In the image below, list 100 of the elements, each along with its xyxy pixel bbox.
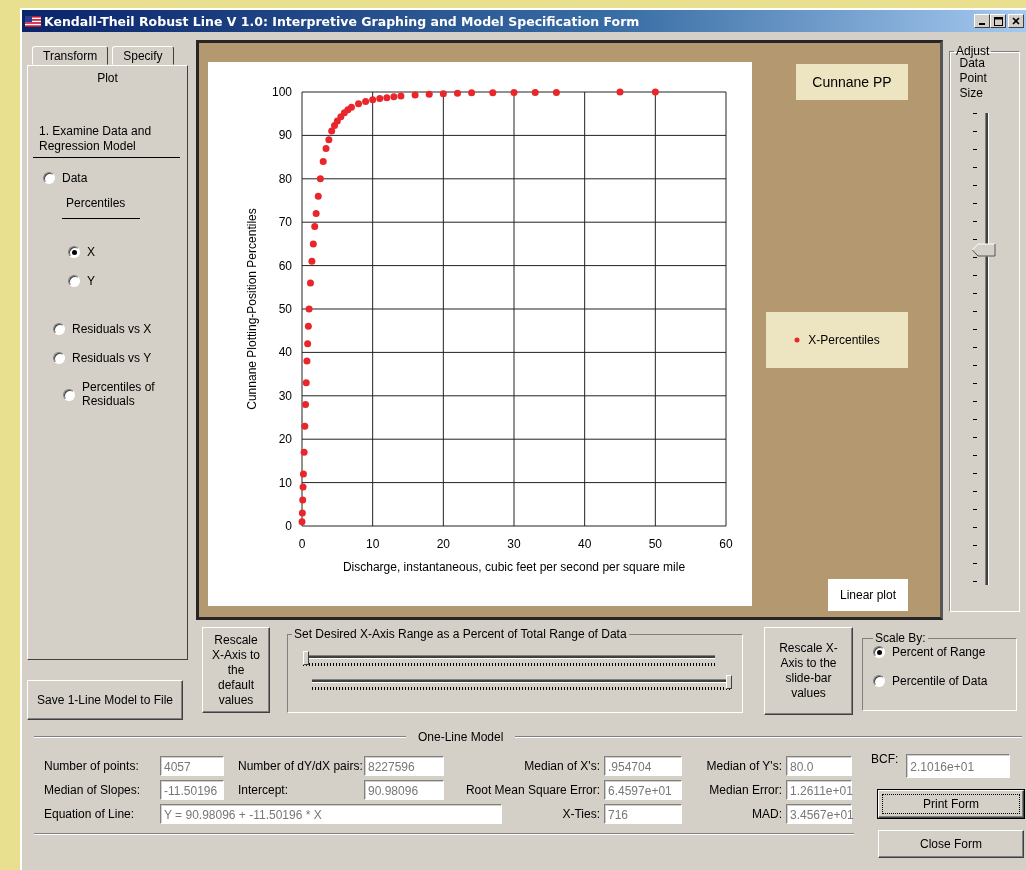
field-label: BCF: [871, 752, 899, 766]
chart-title: Cunnane PP [796, 64, 908, 100]
radio-label[interactable]: Percent of Range [892, 645, 986, 659]
window-title: Kendall-Theil Robust Line V 1.0: Interpretive Graphing and Model Specification Form [44, 13, 641, 29]
maximize-icon [993, 16, 1003, 26]
y-tick-label: 90 [278, 128, 292, 143]
field-label: Median of X's: [523, 759, 600, 773]
data-point [301, 422, 309, 430]
field-label: MAD: [751, 807, 782, 821]
plot-type-label: Linear plot [828, 579, 908, 611]
value-field: 4057 [160, 756, 224, 776]
section-heading: 1. Examine Data and Regression Model [39, 124, 153, 154]
y-tick-label: 10 [278, 475, 292, 490]
value-field: 80.0 [786, 756, 852, 776]
data-point [299, 496, 307, 504]
data-point [489, 89, 497, 97]
radio-button[interactable] [43, 172, 55, 184]
data-point [453, 89, 461, 97]
group-title: Adjust [955, 44, 991, 58]
data-point [314, 192, 322, 200]
value-field: 8227596 [364, 756, 444, 776]
data-point [305, 305, 313, 313]
y-tick-label: 20 [278, 432, 292, 447]
tab[interactable]: Specify [112, 46, 174, 65]
value-field: 716 [604, 804, 682, 824]
section-title: One-Line Model [418, 730, 504, 744]
maximize-button[interactable] [990, 14, 1006, 28]
form-button[interactable]: Close Form [878, 830, 1024, 858]
data-point [468, 89, 476, 97]
y-tick-label: 80 [278, 171, 292, 186]
field-label: Number of dY/dX pairs: [237, 759, 360, 773]
field-label: Median Error: [708, 783, 782, 797]
data-point [319, 157, 327, 165]
radio-label[interactable]: Residuals vs Y [72, 351, 162, 365]
group-title: Scale By: [874, 631, 927, 645]
radio-label[interactable]: X [87, 245, 95, 259]
x-axis-label: Discharge, instantaneous, cubic feet per second per square mile [342, 560, 686, 574]
rescale-default-button[interactable]: Rescale X-Axis to the default values [202, 627, 270, 713]
radio-button[interactable] [53, 352, 65, 364]
data-point [425, 90, 433, 98]
radio-button[interactable] [68, 275, 80, 287]
radio-button[interactable] [53, 323, 65, 335]
x-tick-label: 60 [719, 537, 733, 551]
x-tick-label: 0 [298, 537, 306, 551]
data-point [411, 91, 419, 99]
radio-label[interactable]: Residuals vs X [72, 322, 162, 336]
data-point [439, 90, 447, 98]
form-button[interactable]: Print Form [878, 790, 1024, 818]
y-axis-label: Cunnane Plotting-Position Percentiles [245, 208, 259, 410]
close-button[interactable] [1008, 14, 1024, 28]
y-tick-label: 100 [271, 85, 292, 99]
radio-label[interactable]: Percentile of Data [892, 674, 988, 688]
minimize-button[interactable] [974, 14, 990, 28]
data-point [510, 88, 518, 96]
field-label: Intercept: [237, 783, 290, 797]
radio-button[interactable] [873, 646, 885, 658]
data-point [303, 357, 311, 365]
data-point [302, 401, 310, 408]
radio-label[interactable]: Percentiles of Residuals [82, 380, 172, 408]
rescale-slider-button[interactable]: Rescale X-Axis to the slide-bar values [764, 627, 853, 715]
y-tick-label: 50 [278, 302, 292, 316]
y-tick-label: 0 [285, 519, 292, 533]
tab[interactable]: Plot [28, 66, 187, 86]
group-label: Percentiles [66, 196, 126, 210]
value-field: 1.2611e+01 [786, 780, 852, 800]
data-point [316, 175, 324, 183]
radio-button[interactable] [68, 246, 80, 258]
x-tick-label: 50 [648, 537, 662, 551]
slider-thumb[interactable] [971, 242, 996, 257]
data-point [616, 88, 624, 96]
group-title: Set Desired X-Axis Range as a Percent of Total Range of Data [293, 627, 628, 641]
slider-label: Data Point Size [959, 56, 987, 101]
data-point [302, 379, 310, 387]
radio-button[interactable] [873, 675, 885, 687]
data-point [300, 448, 308, 456]
x-tick-label: 40 [578, 537, 592, 551]
field-label: X-Ties: [561, 807, 600, 821]
close-icon [1012, 17, 1020, 25]
value-field: -11.50196 [160, 780, 224, 800]
field-label: Median of Slopes: [44, 783, 142, 797]
value-field: Y = 90.98096 + -11.50196 * X [160, 804, 502, 824]
field-label: Median of Y's: [705, 759, 782, 773]
y-tick-label: 30 [278, 388, 292, 403]
field-label: Number of points: [44, 759, 140, 773]
flag-icon [25, 15, 41, 27]
save-button[interactable]: Save 1-Line Model to File [27, 680, 183, 720]
data-point [299, 470, 307, 478]
data-point [311, 223, 319, 231]
field-label: Equation of Line: [44, 807, 136, 821]
data-point [308, 257, 316, 265]
value-field: .954704 [604, 756, 682, 776]
value-field: 2.1016e+01 [906, 754, 1011, 778]
legend-label: X-Percentiles [808, 332, 880, 347]
x-tick-label: 10 [366, 537, 380, 551]
x-tick-label: 30 [507, 537, 521, 551]
tab[interactable]: Transform [32, 46, 109, 65]
data-point [312, 210, 320, 217]
radio-label[interactable]: Y [87, 274, 95, 288]
radio-label[interactable]: Data [62, 171, 88, 185]
data-point [304, 322, 312, 330]
